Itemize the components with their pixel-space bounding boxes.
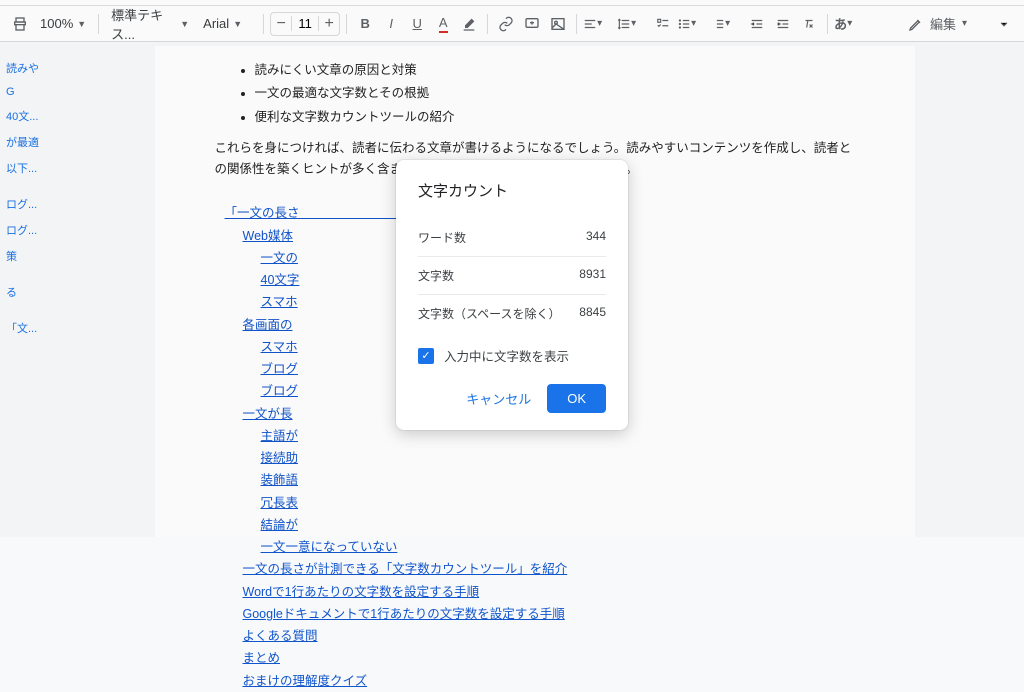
word-count-row: 文字数 8931 bbox=[418, 257, 606, 295]
row-value: 8931 bbox=[579, 267, 606, 284]
dialog-title: 文字カウント bbox=[418, 180, 606, 201]
show-while-typing-checkbox[interactable]: ✓ 入力中に文字数を表示 bbox=[418, 346, 606, 365]
toc-link[interactable]: 一文の長さが計測できる「文字数カウントツール」を紹介 bbox=[243, 562, 568, 576]
row-label: 文字数（スペースを除く） bbox=[418, 305, 561, 322]
row-label: 文字数 bbox=[418, 267, 454, 284]
word-count-row: 文字数（スペースを除く） 8845 bbox=[418, 295, 606, 332]
ok-button[interactable]: OK bbox=[547, 384, 606, 413]
row-value: 344 bbox=[586, 229, 606, 246]
checkbox-label: 入力中に文字数を表示 bbox=[444, 346, 569, 365]
word-count-dialog: 文字カウント ワード数 344 文字数 8931 文字数（スペースを除く） 8845 ✓ … bbox=[396, 160, 628, 430]
toc-link[interactable]: 一文一意になっていない bbox=[261, 540, 398, 554]
toc-link[interactable]: Googleドキュメントで1行あたりの文字数を設定する手順 bbox=[243, 607, 565, 621]
word-count-row: ワード数 344 bbox=[418, 219, 606, 257]
row-label: ワード数 bbox=[418, 229, 466, 246]
checkbox-checked-icon: ✓ bbox=[418, 348, 434, 364]
toc-link[interactable]: Wordで1行あたりの文字数を設定する手順 bbox=[243, 585, 480, 599]
modal-backdrop[interactable]: 文字カウント ワード数 344 文字数 8931 文字数（スペースを除く） 8845 ✓ … bbox=[0, 0, 1024, 537]
row-value: 8845 bbox=[579, 305, 606, 322]
toc-link[interactable]: おまけの理解度クイズ bbox=[243, 674, 368, 688]
toc-link[interactable]: まとめ bbox=[243, 651, 281, 665]
cancel-button[interactable]: キャンセル bbox=[458, 383, 539, 414]
toc-link[interactable]: よくある質問 bbox=[243, 629, 318, 643]
